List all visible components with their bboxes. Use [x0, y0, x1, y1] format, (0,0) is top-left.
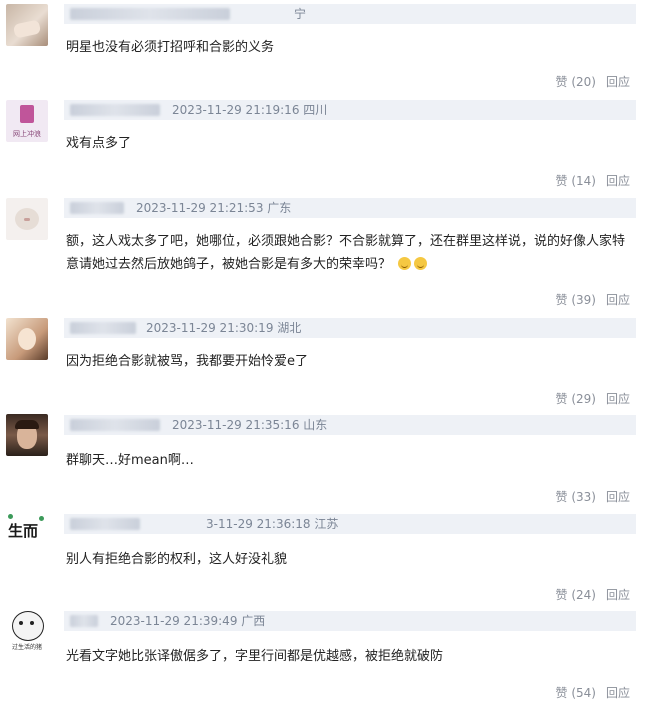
- comment-meta-bar: 2023-11-29 21:30:19 湖北: [64, 318, 636, 338]
- grin-emoji-icon: [414, 257, 428, 270]
- avatar[interactable]: [6, 318, 48, 360]
- comment-meta-bar: 2023-11-29 21:39:49 广西: [64, 611, 636, 631]
- avatar[interactable]: 网上冲浪: [6, 100, 48, 142]
- comment-item: 网上冲浪 2023-11-29 21:19:16 四川 戏有点多了 赞 (14)…: [0, 96, 650, 192]
- reply-button[interactable]: 回应: [606, 291, 630, 308]
- avatar[interactable]: 过生活的猪: [6, 609, 48, 651]
- comment-actions: 赞 (33) 回应: [556, 488, 630, 505]
- comment-item: 过生活的猪 2023-11-29 21:39:49 广西 光看文字她比张译傲倨多…: [0, 601, 650, 704]
- comment-text: 额，这人戏太多了吧，她哪位，必须跟她合影？不合影就算了，还在群里这样说，说的好像…: [66, 230, 626, 276]
- comment-timestamp: 2023-11-29 21:21:53 广东: [136, 201, 292, 215]
- username-blurred: [70, 322, 136, 334]
- comment-item: 生而 3-11-29 21:36:18 江苏 别人有拒绝合影的权利，这人好没礼貌…: [0, 504, 650, 602]
- comment-text: 光看文字她比张译傲倨多了，字里行间都是优越感，被拒绝就破防: [66, 649, 444, 664]
- comment-body: 额，这人戏太多了吧，她哪位，必须跟她合影？不合影就算了，还在群里这样说，说的好像…: [66, 234, 626, 272]
- avatar-caption: 过生活的猪: [11, 644, 42, 651]
- comment-meta-bar: 3-11-29 21:36:18 江苏: [64, 514, 636, 534]
- reply-button[interactable]: 回应: [606, 684, 630, 701]
- like-button[interactable]: 赞 (39): [556, 291, 596, 308]
- comment-item: 宁 明星也没有必须打招呼和合影的义务 赞 (20) 回应: [0, 0, 650, 96]
- comment-timestamp: 3-11-29 21:36:18 江苏: [206, 517, 339, 531]
- username-blurred: [70, 419, 160, 431]
- avatar[interactable]: [6, 414, 48, 456]
- comment-item: 2023-11-29 21:21:53 广东 额，这人戏太多了吧，她哪位，必须跟…: [0, 192, 650, 310]
- username-blurred: [70, 615, 98, 627]
- reply-button[interactable]: 回应: [606, 390, 630, 407]
- comment-text: 群聊天…好mean啊…: [66, 453, 194, 468]
- comment-item: 2023-11-29 21:30:19 湖北 因为拒绝合影就被骂，我都要开始怜爱…: [0, 310, 650, 407]
- comment-text: 因为拒绝合影就被骂，我都要开始怜爱e了: [66, 354, 308, 369]
- username-blurred: [70, 202, 124, 214]
- reply-button[interactable]: 回应: [606, 488, 630, 505]
- comment-text: 明星也没有必须打招呼和合影的义务: [66, 40, 275, 55]
- avatar-caption: 生而: [8, 522, 39, 540]
- comment-meta-bar: 2023-11-29 21:21:53 广东: [64, 198, 636, 218]
- comment-feed: 宁 明星也没有必须打招呼和合影的义务 赞 (20) 回应 网上冲浪 2023-1…: [0, 0, 650, 704]
- comment-actions: 赞 (54) 回应: [556, 684, 630, 701]
- comment-meta-bar: 宁: [64, 4, 636, 24]
- avatar[interactable]: [6, 198, 48, 240]
- comment-meta-bar: 2023-11-29 21:35:16 山东: [64, 415, 636, 435]
- comment-timestamp: 2023-11-29 21:19:16 四川: [172, 103, 328, 117]
- comment-location: 宁: [294, 7, 307, 21]
- comment-actions: 赞 (29) 回应: [556, 390, 630, 407]
- comment-actions: 赞 (14) 回应: [556, 172, 630, 189]
- comment-item: 2023-11-29 21:35:16 山东 群聊天…好mean啊… 赞 (33…: [0, 407, 650, 504]
- avatar[interactable]: 生而: [6, 512, 48, 554]
- comment-text: 戏有点多了: [66, 136, 132, 151]
- reply-button[interactable]: 回应: [606, 172, 630, 189]
- comment-meta-bar: 2023-11-29 21:19:16 四川: [64, 100, 636, 120]
- username-blurred: [70, 104, 160, 116]
- grin-emoji-icon: [398, 257, 412, 270]
- like-button[interactable]: 赞 (54): [556, 684, 596, 701]
- like-button[interactable]: 赞 (33): [556, 488, 596, 505]
- comment-timestamp: 2023-11-29 21:39:49 广西: [110, 614, 266, 628]
- like-button[interactable]: 赞 (20): [556, 73, 596, 90]
- avatar-caption: 网上冲浪: [13, 130, 41, 138]
- comment-actions: 赞 (39) 回应: [556, 291, 630, 308]
- comment-actions: 赞 (20) 回应: [556, 73, 630, 90]
- like-button[interactable]: 赞 (29): [556, 390, 596, 407]
- username-blurred: [70, 8, 230, 20]
- comment-timestamp: 2023-11-29 21:35:16 山东: [172, 418, 328, 432]
- username-blurred: [70, 518, 140, 530]
- reply-button[interactable]: 回应: [606, 73, 630, 90]
- comment-timestamp: 2023-11-29 21:30:19 湖北: [146, 321, 302, 335]
- avatar[interactable]: [6, 4, 48, 46]
- like-button[interactable]: 赞 (14): [556, 172, 596, 189]
- comment-text: 别人有拒绝合影的权利，这人好没礼貌: [66, 552, 288, 567]
